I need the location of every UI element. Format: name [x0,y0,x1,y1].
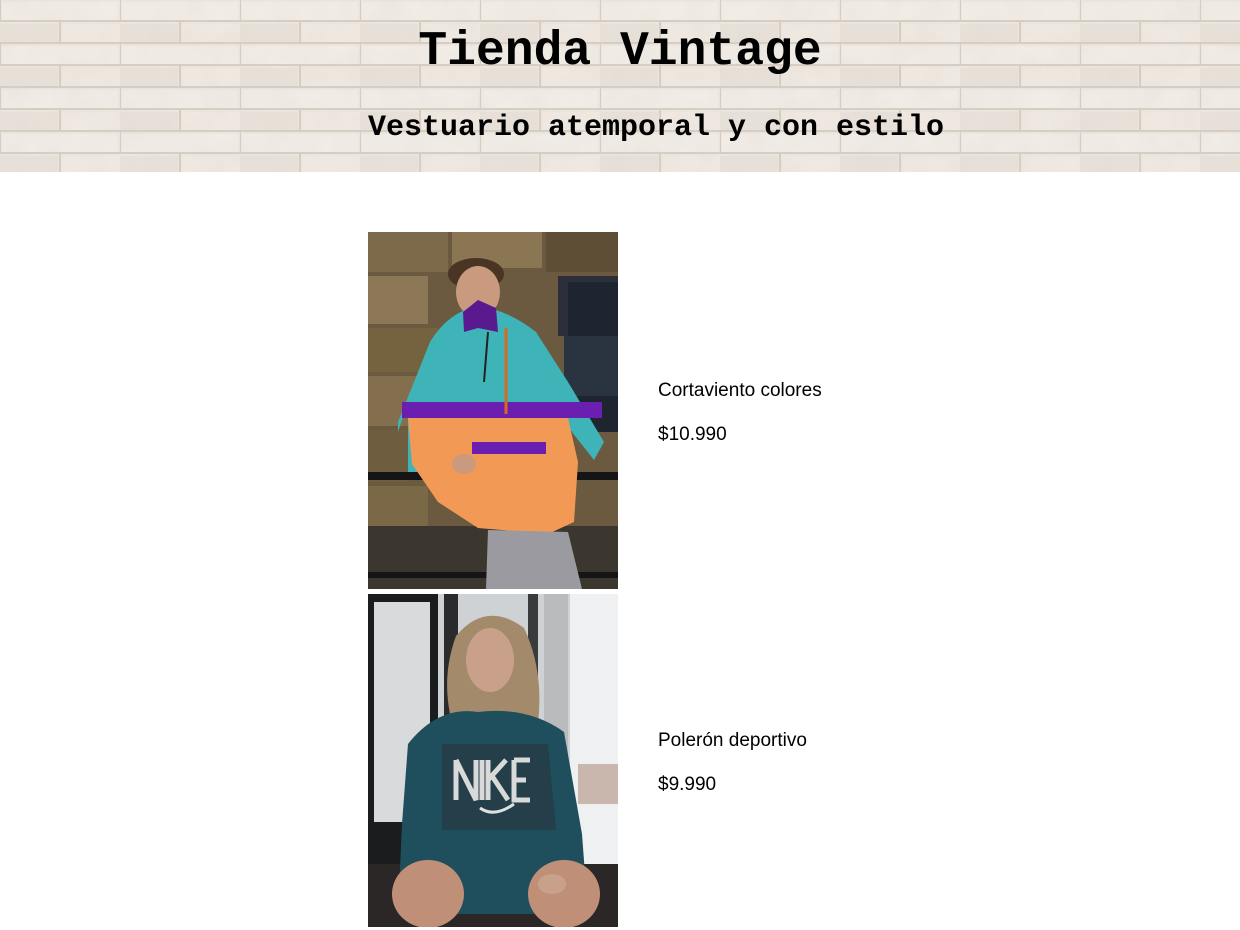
product-price: $9.990 [658,774,717,795]
product-name[interactable]: Polerón deportivo [658,729,807,753]
page-title: Tienda Vintage [418,25,822,79]
hoodie-photo-image [368,594,618,927]
product-photo-hoodie[interactable] [368,594,618,927]
product-name[interactable]: Cortaviento colores [658,379,822,403]
windbreaker-photo-image [368,232,618,589]
product-price: $10.990 [658,424,727,445]
product-photo-windbreaker[interactable] [368,232,618,589]
header-banner: Tienda Vintage Vestuario atemporal y con… [0,0,1240,172]
product-card: Polerón deportivo $9.990 [368,594,1068,927]
product-card: Cortaviento colores $10.990 [368,232,1068,589]
page-subtitle: Vestuario atemporal y con estilo [367,111,945,145]
